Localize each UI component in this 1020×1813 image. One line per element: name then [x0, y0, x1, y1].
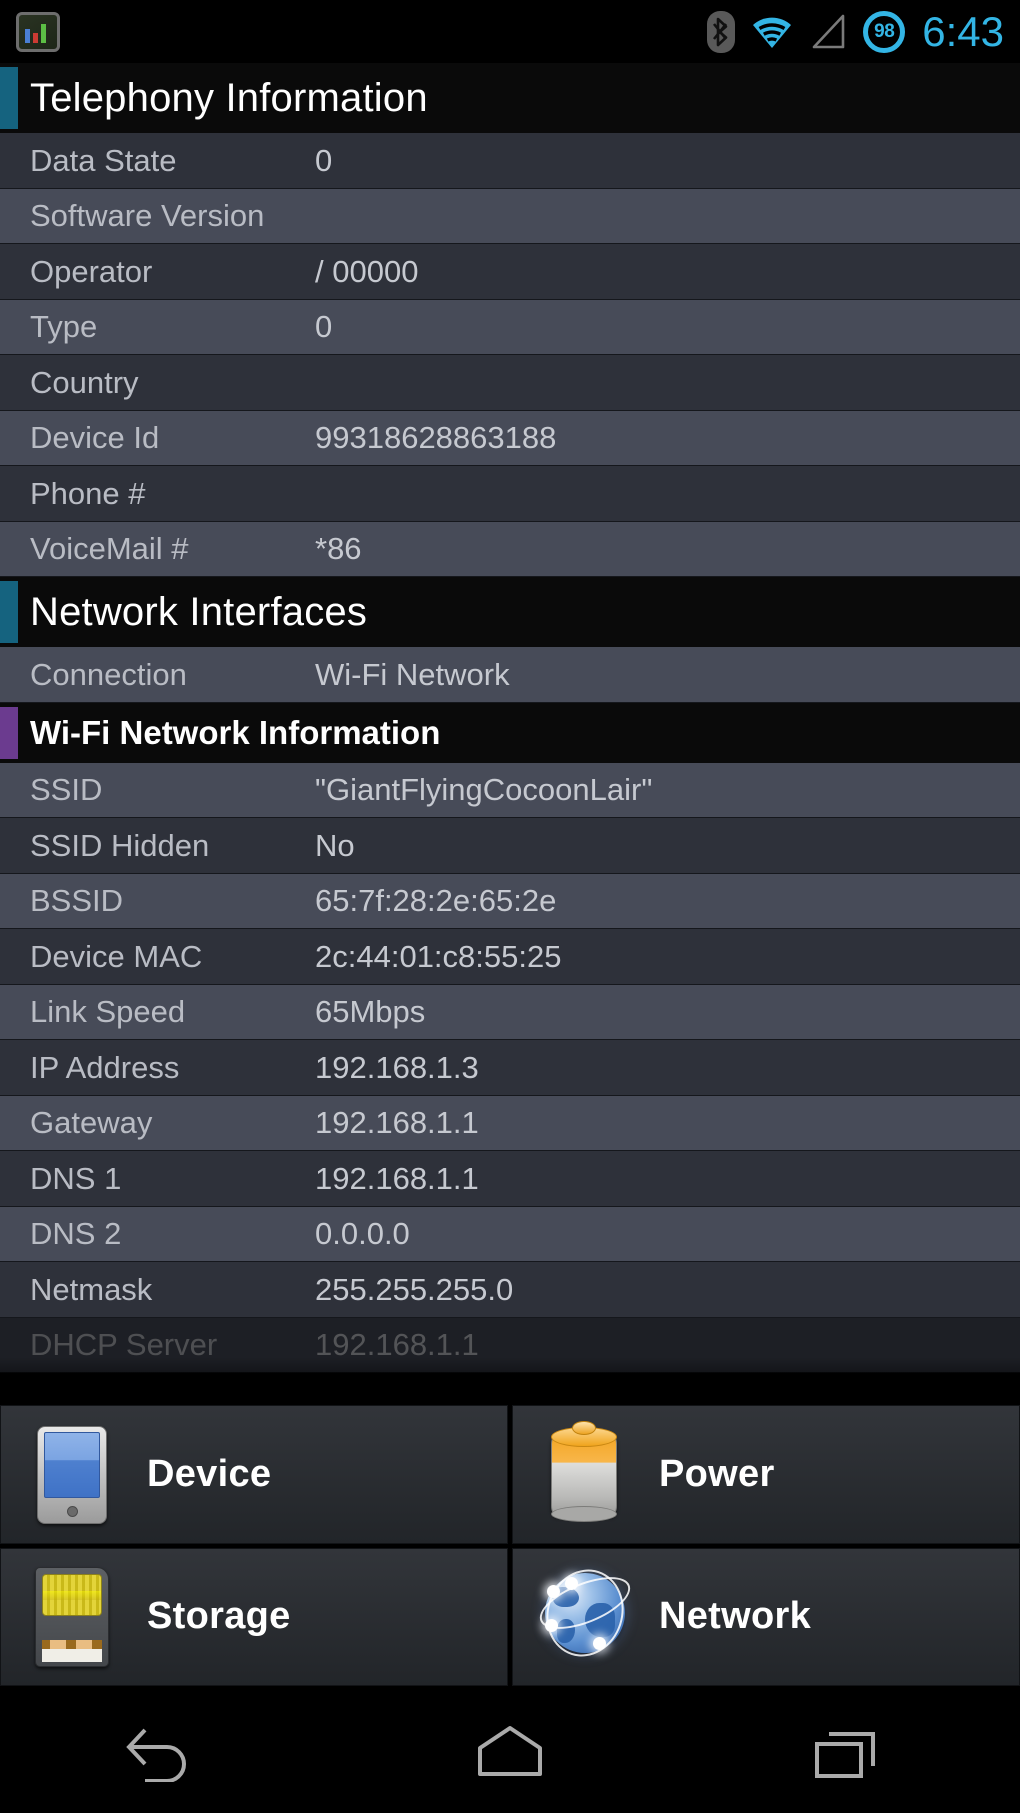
section-header-telephony: Telephony Information — [0, 63, 1020, 133]
system-monitor-icon — [16, 11, 60, 52]
table-row[interactable]: Country — [0, 355, 1020, 411]
section-accent-bar — [0, 581, 18, 643]
row-key: Device MAC — [30, 938, 203, 974]
sd-card-icon — [23, 1561, 121, 1673]
row-value: 192.168.1.3 — [315, 1049, 479, 1085]
table-row[interactable]: Software Version — [0, 188, 1020, 244]
info-list[interactable]: Telephony Information Data State 0 Softw… — [0, 63, 1020, 1401]
bluetooth-icon — [707, 10, 736, 53]
table-row[interactable]: VoiceMail # *86 — [0, 521, 1020, 577]
row-key: IP Address — [30, 1049, 180, 1085]
row-value: 192.168.1.1 — [315, 1105, 479, 1141]
row-value: 2c:44:01:c8:55:25 — [315, 938, 562, 974]
table-row[interactable]: Type 0 — [0, 299, 1020, 355]
row-key: Link Speed — [30, 994, 186, 1030]
table-row[interactable]: Data State 0 — [0, 133, 1020, 189]
row-value: 255.255.255.0 — [315, 1271, 514, 1307]
row-key: Type — [30, 309, 98, 345]
tile-storage[interactable]: Storage — [0, 1547, 508, 1686]
row-key: DNS 1 — [30, 1160, 122, 1196]
row-value: 0 — [315, 142, 333, 178]
table-row[interactable]: Link Speed 65Mbps — [0, 984, 1020, 1040]
row-value: No — [315, 827, 355, 863]
tile-label: Network — [659, 1595, 812, 1638]
category-tile-grid: Device Power Storage Network — [0, 1401, 1020, 1690]
row-value: 192.168.1.1 — [315, 1160, 479, 1196]
row-key: Phone # — [30, 475, 146, 511]
table-row[interactable]: SSID Hidden No — [0, 818, 1020, 874]
tile-network[interactable]: Network — [512, 1547, 1020, 1686]
section-header-wifi-info: Wi-Fi Network Information — [0, 702, 1020, 763]
row-key: Country — [30, 364, 139, 400]
table-row[interactable]: SSID "GiantFlyingCocoonLair" — [0, 762, 1020, 818]
row-key: SSID — [30, 772, 103, 808]
row-key: Software Version — [30, 198, 265, 234]
back-arrow-icon — [126, 1728, 186, 1782]
recents-button[interactable] — [775, 1690, 925, 1813]
table-row[interactable]: Phone # — [0, 466, 1020, 522]
row-key: DNS 2 — [30, 1216, 122, 1252]
globe-icon — [533, 1559, 637, 1673]
row-value: 192.168.1.1 — [315, 1327, 479, 1363]
home-icon — [478, 1725, 542, 1776]
row-key: SSID Hidden — [30, 827, 210, 863]
cell-signal-icon — [812, 14, 845, 48]
table-row[interactable]: Netmask 255.255.255.0 — [0, 1262, 1020, 1318]
tile-label: Power — [659, 1452, 775, 1495]
row-value: 65Mbps — [315, 994, 426, 1030]
section-header-network-interfaces: Network Interfaces — [0, 577, 1020, 647]
tile-label: Device — [147, 1452, 272, 1495]
table-row[interactable]: Device MAC 2c:44:01:c8:55:25 — [0, 929, 1020, 985]
recents-icon — [815, 1731, 875, 1778]
row-key: Gateway — [30, 1105, 153, 1141]
home-button[interactable] — [435, 1690, 585, 1813]
status-bar-clock: 6:43 — [922, 7, 1004, 55]
table-row[interactable]: Device Id 99318628863188 — [0, 410, 1020, 466]
row-value: "GiantFlyingCocoonLair" — [315, 772, 653, 808]
row-value: 65:7f:28:2e:65:2e — [315, 883, 557, 919]
row-key: VoiceMail # — [30, 531, 189, 567]
row-key: Data State — [30, 142, 177, 178]
row-key: Netmask — [30, 1271, 153, 1307]
row-value: 0.0.0.0 — [315, 1216, 410, 1252]
tile-power[interactable]: Power — [512, 1405, 1020, 1544]
section-title: Network Interfaces — [30, 589, 368, 634]
row-key: DHCP Server — [30, 1327, 218, 1363]
row-key: Operator — [30, 253, 153, 289]
table-row[interactable]: Gateway 192.168.1.1 — [0, 1095, 1020, 1151]
section-accent-bar — [0, 706, 18, 759]
section-accent-bar — [0, 67, 18, 129]
section-title: Telephony Information — [30, 75, 428, 120]
table-row[interactable]: DNS 1 192.168.1.1 — [0, 1151, 1020, 1207]
tile-device[interactable]: Device — [0, 1405, 508, 1544]
row-value: *86 — [315, 531, 362, 567]
android-screen: 98 6:43 Telephony Information Data State… — [0, 0, 1020, 1813]
table-row[interactable]: BSSID 65:7f:28:2e:65:2e — [0, 873, 1020, 929]
row-value: Wi-Fi Network — [315, 656, 510, 692]
row-value: 99318628863188 — [315, 420, 557, 456]
battery-percent: 98 — [874, 20, 895, 42]
wifi-icon — [753, 17, 792, 48]
back-button[interactable] — [95, 1690, 245, 1813]
battery-status-icon: 98 — [862, 10, 906, 54]
device-phone-icon — [23, 1418, 121, 1530]
table-row[interactable]: Operator / 00000 — [0, 244, 1020, 300]
table-row[interactable]: IP Address 192.168.1.3 — [0, 1040, 1020, 1096]
status-bar: 98 6:43 — [0, 0, 1020, 63]
row-value: 0 — [315, 309, 333, 345]
tile-label: Storage — [147, 1595, 291, 1638]
row-value: / 00000 — [315, 253, 419, 289]
table-row[interactable]: DNS 2 0.0.0.0 — [0, 1206, 1020, 1262]
status-bar-icons: 98 6:43 — [706, 10, 1004, 54]
navigation-bar — [0, 1690, 1020, 1813]
battery-icon — [535, 1418, 633, 1530]
table-row[interactable]: DHCP Server 192.168.1.1 — [0, 1317, 1020, 1373]
table-row[interactable]: Connection Wi-Fi Network — [0, 647, 1020, 703]
section-title: Wi-Fi Network Information — [30, 713, 441, 751]
row-key: Connection — [30, 656, 187, 692]
row-key: BSSID — [30, 883, 124, 919]
row-key: Device Id — [30, 420, 160, 456]
